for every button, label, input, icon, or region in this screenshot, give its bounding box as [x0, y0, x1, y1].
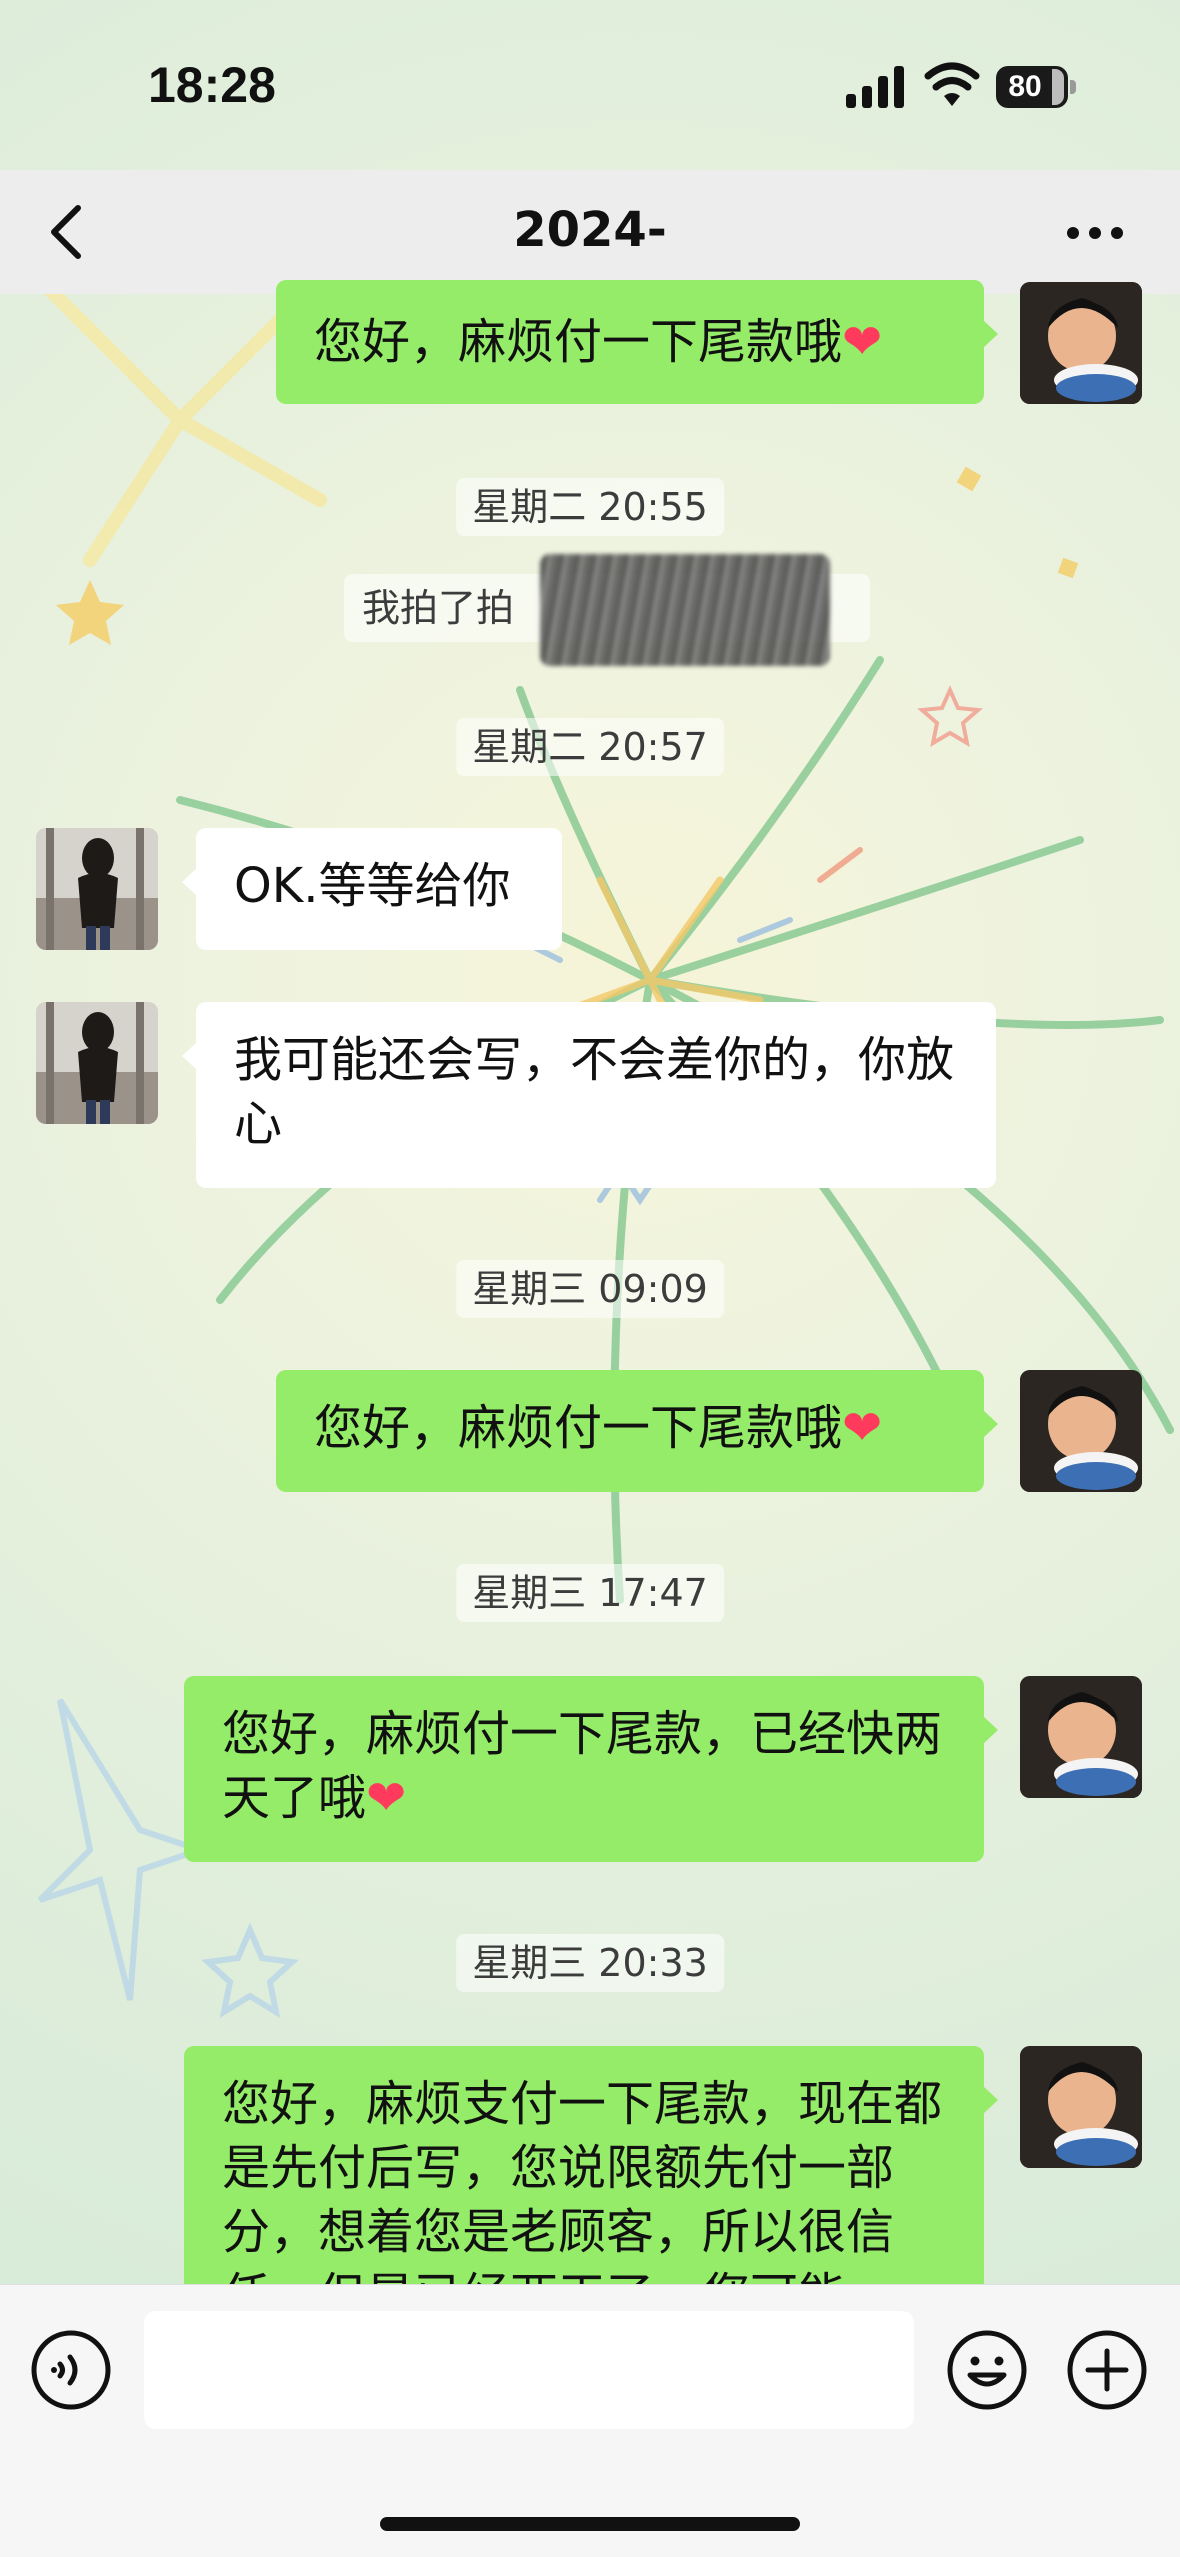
- avatar-image: [36, 828, 158, 950]
- my-avatar[interactable]: [1020, 1370, 1142, 1492]
- outgoing-message[interactable]: 您好，麻烦付一下尾款哦❤: [276, 1370, 998, 1492]
- battery-percentage: 80: [1008, 70, 1042, 103]
- my-avatar[interactable]: [1020, 2046, 1142, 2168]
- message-text: 您好，麻烦付一下尾款哦: [314, 1400, 843, 1456]
- avatar-image: [1020, 2046, 1142, 2168]
- timestamp: 星期二 20:55: [456, 478, 724, 536]
- status-bar: 18:28 80: [0, 0, 1180, 170]
- message-input[interactable]: [144, 2311, 914, 2429]
- voice-icon[interactable]: [30, 2329, 112, 2411]
- chat-header: 2024-: [0, 170, 1180, 294]
- message-text: 您好，麻烦付一下尾款，已经快两天了哦: [222, 1706, 943, 1826]
- message-input-bar: [0, 2284, 1180, 2557]
- emoji-icon[interactable]: [946, 2329, 1028, 2411]
- timestamp: 星期三 20:33: [456, 1934, 724, 1992]
- message-text: 我可能还会写，不会差你的，你放心: [234, 1032, 955, 1152]
- wifi-icon: [924, 62, 980, 106]
- chat-title: 2024-: [513, 202, 667, 258]
- contact-avatar[interactable]: [36, 828, 158, 950]
- plus-icon[interactable]: [1066, 2329, 1148, 2411]
- timestamp: 星期二 20:57: [456, 718, 724, 776]
- status-time: 18:28: [148, 57, 276, 113]
- avatar-image: [1020, 1370, 1142, 1492]
- heart-emoji: ❤: [366, 1770, 407, 1826]
- incoming-message[interactable]: 我可能还会写，不会差你的，你放心: [182, 1002, 996, 1188]
- avatar-image: [1020, 1676, 1142, 1798]
- incoming-message[interactable]: OK.等等给你: [182, 828, 562, 950]
- home-indicator[interactable]: [380, 2517, 800, 2531]
- contact-avatar[interactable]: [36, 1002, 158, 1124]
- timestamp: 星期三 09:09: [456, 1260, 724, 1318]
- outgoing-message[interactable]: 您好，麻烦付一下尾款哦❤: [276, 280, 998, 404]
- more-dots-icon[interactable]: [1060, 208, 1130, 258]
- my-avatar[interactable]: [1020, 1676, 1142, 1798]
- my-avatar[interactable]: [1020, 282, 1142, 404]
- avatar-image: [36, 1002, 158, 1124]
- heart-emoji: ❤: [842, 1400, 883, 1456]
- message-text: 您好，麻烦付一下尾款哦: [314, 314, 843, 370]
- cellular-signal-icon: [846, 66, 904, 108]
- outgoing-message[interactable]: 您好，麻烦付一下尾款，已经快两天了哦❤: [184, 1676, 998, 1862]
- pat-text: 我拍了拍: [362, 586, 515, 630]
- avatar-image: [1020, 282, 1142, 404]
- timestamp: 星期三 17:47: [456, 1564, 724, 1622]
- message-text: OK.等等给你: [234, 858, 511, 914]
- redacted-name: [540, 554, 830, 666]
- battery-tip: [1070, 80, 1076, 94]
- heart-emoji: ❤: [842, 314, 883, 370]
- battery-indicator: 80: [996, 66, 1078, 108]
